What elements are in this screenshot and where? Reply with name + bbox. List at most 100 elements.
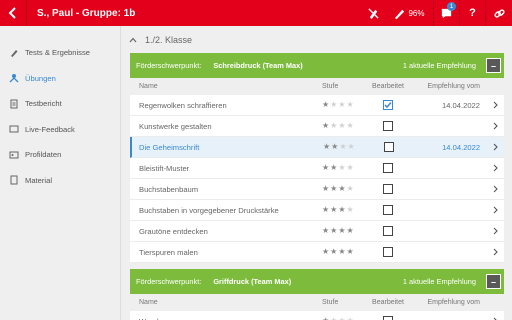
chevron-right-icon xyxy=(493,227,498,235)
group-label: Förderschwerpunkt: xyxy=(136,277,202,286)
sidebar-item-profildaten[interactable]: Profildaten xyxy=(0,142,120,168)
column-header-stufe: Stufe xyxy=(322,299,339,306)
row-open-button[interactable] xyxy=(486,122,504,130)
section-header[interactable]: 1./2. Klasse xyxy=(121,26,512,53)
row-open-button[interactable] xyxy=(486,227,504,235)
done-checkbox[interactable] xyxy=(383,100,393,110)
sidebar-item-material[interactable]: Material xyxy=(0,168,120,194)
column-header-name: Name xyxy=(139,299,158,306)
chevron-right-icon xyxy=(493,248,498,256)
sidebar-item-uebungen[interactable]: Übungen xyxy=(0,66,120,92)
group-label: Förderschwerpunkt: xyxy=(136,61,202,70)
report-icon xyxy=(9,99,19,109)
chevron-right-icon xyxy=(493,164,498,172)
sidebar-item-label: Material xyxy=(25,175,53,185)
focus-group: Förderschwerpunkt: Griffdruck (Team Max)… xyxy=(130,269,504,320)
difficulty-rating: ★★★★ xyxy=(322,185,367,193)
done-checkbox[interactable] xyxy=(383,163,393,173)
star-icon: ★ xyxy=(346,247,354,256)
sidebar-item-label: Übungen xyxy=(25,73,56,83)
collapse-button[interactable]: – xyxy=(486,274,501,289)
checkmark-icon xyxy=(384,102,392,109)
sidebar-item-testbericht[interactable]: Testbericht xyxy=(0,91,120,117)
sidebar-item-live-feedback[interactable]: Live-Feedback xyxy=(0,117,120,143)
table-row[interactable]: Die Geheimschrift ★ ★ ★ ★ 14.04.2022 xyxy=(130,137,504,158)
link-button[interactable] xyxy=(486,0,512,26)
group-header: Förderschwerpunkt: Schreibdruck (Team Ma… xyxy=(130,53,504,78)
exercise-name: Bleistift-Muster xyxy=(139,163,190,173)
messages-button[interactable]: 1 xyxy=(434,0,459,26)
difficulty-rating: ★★★★ xyxy=(322,206,367,214)
done-checkbox[interactable] xyxy=(383,226,393,236)
table-row[interactable]: Buchstaben in vorgegebener Druckstärke ★… xyxy=(130,200,504,221)
star-icon: ★ xyxy=(330,163,338,172)
row-open-button[interactable] xyxy=(486,185,504,193)
tests-icon xyxy=(9,48,19,58)
star-icon: ★ xyxy=(330,205,338,214)
chevron-right-icon xyxy=(493,206,498,214)
recommendation-count: 1 aktuelle Empfehlung xyxy=(402,277,476,286)
row-open-button[interactable] xyxy=(486,206,504,214)
pen-battery-status: 96% xyxy=(385,0,433,26)
done-checkbox[interactable] xyxy=(383,205,393,215)
help-button[interactable]: ? xyxy=(460,0,485,26)
battery-level: 96% xyxy=(408,8,425,18)
done-checkbox[interactable] xyxy=(383,316,393,320)
chevron-up-icon xyxy=(129,37,137,42)
star-icon: ★ xyxy=(338,184,346,193)
star-icon: ★ xyxy=(338,121,346,130)
sidebar-item-tests[interactable]: Tests & Ergebnisse xyxy=(0,40,120,66)
star-icon: ★ xyxy=(322,142,331,151)
row-open-button[interactable] xyxy=(486,248,504,256)
exercise-name: Wanderung xyxy=(130,317,322,320)
exercise-name: Grautöne entdecken xyxy=(139,226,208,236)
table-row[interactable]: Wanderung ★★★★ xyxy=(130,311,504,320)
section-title: 1./2. Klasse xyxy=(145,34,193,45)
group-name: Griffdruck (Team Max) xyxy=(213,277,292,286)
done-checkbox[interactable] xyxy=(383,247,393,257)
table-row[interactable]: Kunstwerke gestalten ★ ★ ★ ★ xyxy=(130,116,504,137)
chevron-right-icon xyxy=(493,185,498,193)
difficulty-rating: ★★★★ xyxy=(322,122,367,130)
done-checkbox[interactable] xyxy=(383,142,394,152)
exercise-name: Die Geheimschrift xyxy=(139,142,200,152)
star-icon: ★ xyxy=(346,100,354,109)
page-title: S., Paul - Gruppe: 1b xyxy=(37,7,136,19)
difficulty-rating: ★★★★ xyxy=(322,227,367,235)
live-feedback-icon xyxy=(9,124,19,134)
table-row[interactable]: Buchstabenbaum ★ ★ ★ ★ xyxy=(130,179,504,200)
star-icon: ★ xyxy=(322,100,330,109)
star-icon: ★ xyxy=(322,121,330,130)
chevron-right-icon xyxy=(493,143,498,151)
star-icon: ★ xyxy=(338,226,346,235)
star-icon: ★ xyxy=(346,184,354,193)
star-icon: ★ xyxy=(346,121,354,130)
row-open-button[interactable] xyxy=(486,143,504,151)
material-icon xyxy=(9,175,19,185)
exercise-icon xyxy=(9,73,19,83)
divider xyxy=(26,0,27,26)
column-header-stufe: Stufe xyxy=(322,83,339,90)
help-icon: ? xyxy=(469,7,476,19)
done-checkbox[interactable] xyxy=(383,184,393,194)
star-icon: ★ xyxy=(330,184,338,193)
table-row[interactable]: Tierspuren malen ★ ★ ★ ★ xyxy=(130,242,504,263)
back-button[interactable] xyxy=(0,0,26,26)
table-row[interactable]: Regenwolken schraffieren ★ ★ ★ ★ 14.04.2022 xyxy=(130,95,504,116)
table-row[interactable]: Bleistift-Muster ★ ★ ★ ★ xyxy=(130,158,504,179)
sidebar-item-label: Tests & Ergebnisse xyxy=(25,48,90,58)
exercise-name: Buchstabenbaum xyxy=(139,184,199,194)
chevron-left-icon xyxy=(8,7,16,19)
star-icon: ★ xyxy=(346,163,354,172)
sidebar: Tests & Ergebnisse Übungen Testbericht L… xyxy=(0,26,121,320)
table-row[interactable]: Grautöne entdecken ★ ★ ★ ★ xyxy=(130,221,504,242)
column-header-bearbeitet: Bearbeitet xyxy=(372,299,404,306)
profile-icon xyxy=(9,150,19,160)
done-checkbox[interactable] xyxy=(383,121,393,131)
pen-off-button[interactable] xyxy=(361,0,385,26)
pen-icon xyxy=(395,9,405,19)
row-open-button[interactable] xyxy=(486,164,504,172)
star-icon: ★ xyxy=(339,142,347,151)
collapse-button[interactable]: – xyxy=(486,58,501,73)
row-open-button[interactable] xyxy=(486,101,504,109)
